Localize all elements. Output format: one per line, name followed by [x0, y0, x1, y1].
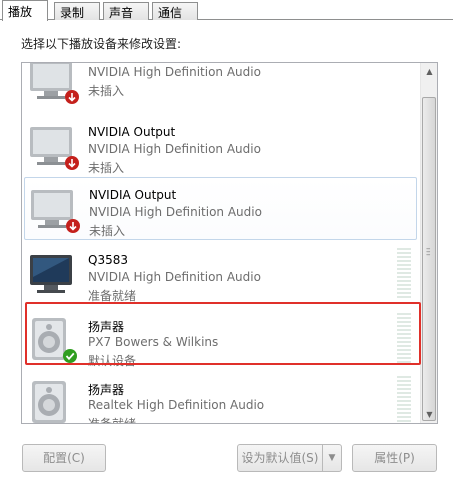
vertical-scrollbar[interactable]: ▲ – – – ▼ [420, 63, 437, 423]
tab-strip: 播放 录制 声音 通信 [0, 0, 453, 21]
grip-icon: – – – [426, 244, 431, 260]
device-description: PX7 Bowers & Wilkins [88, 335, 219, 349]
device-status: 未插入 [89, 224, 126, 238]
device-item[interactable]: Q3583 NVIDIA High Definition Audio 准备就绪 [24, 243, 417, 306]
device-description: Realtek High Definition Audio [88, 398, 265, 412]
device-item[interactable]: NVIDIA Output NVIDIA High Definition Aud… [24, 177, 417, 240]
monitor-icon [28, 249, 80, 299]
set-default-button[interactable]: 设为默认值(S) [237, 444, 323, 472]
device-name: NVIDIA Output [89, 188, 177, 202]
properties-button[interactable]: 属性(P) [352, 444, 437, 472]
playback-device-list[interactable]: NVIDIA High Definition Audio 未插入 NVIDIA … [21, 62, 438, 424]
device-name: 扬声器 [88, 383, 125, 397]
device-status: 准备就绪 [88, 415, 136, 423]
device-item[interactable]: NVIDIA Output NVIDIA High Definition Aud… [24, 115, 417, 178]
device-item[interactable]: 扬声器 Realtek High Definition Audio 准备就绪 [24, 371, 417, 423]
device-item[interactable]: 扬声器 PX7 Bowers & Wilkins 默认设备 [24, 308, 417, 371]
device-item[interactable]: NVIDIA High Definition Audio 未插入 [24, 63, 417, 114]
tab-communications[interactable]: 通信 [152, 2, 198, 20]
device-name: Q3583 [88, 253, 128, 267]
speaker-icon [28, 377, 80, 423]
monitor-unplugged-icon [28, 63, 80, 107]
tab-sounds[interactable]: 声音 [103, 2, 149, 20]
monitor-unplugged-icon [29, 184, 81, 234]
speaker-default-icon [28, 314, 80, 364]
set-default-dropdown-icon[interactable]: ▼ [322, 444, 342, 472]
scroll-up-arrow-icon[interactable]: ▲ [421, 63, 437, 80]
configure-button[interactable]: 配置(C) [22, 444, 106, 472]
device-description: NVIDIA High Definition Audio [88, 142, 261, 156]
device-status: 未插入 [88, 84, 125, 98]
scrollbar-thumb[interactable]: – – – [422, 97, 436, 421]
volume-meter [397, 313, 411, 365]
device-description: NVIDIA High Definition Audio [88, 65, 261, 79]
tab-playback[interactable]: 播放 [2, 0, 48, 21]
tab-recording[interactable]: 录制 [54, 2, 100, 20]
device-description: NVIDIA High Definition Audio [89, 205, 262, 219]
device-status: 未插入 [88, 161, 125, 175]
device-name: NVIDIA Output [88, 125, 176, 139]
device-description: NVIDIA High Definition Audio [88, 270, 261, 284]
volume-meter [397, 376, 411, 423]
volume-meter [397, 248, 411, 300]
device-status: 默认设备 [88, 354, 137, 368]
device-status: 准备就绪 [88, 289, 137, 303]
monitor-unplugged-icon [28, 121, 80, 171]
scroll-down-arrow-icon[interactable]: ▼ [421, 406, 437, 423]
instruction-text: 选择以下播放设备来修改设置: [21, 37, 182, 51]
device-name: 扬声器 [88, 320, 125, 334]
